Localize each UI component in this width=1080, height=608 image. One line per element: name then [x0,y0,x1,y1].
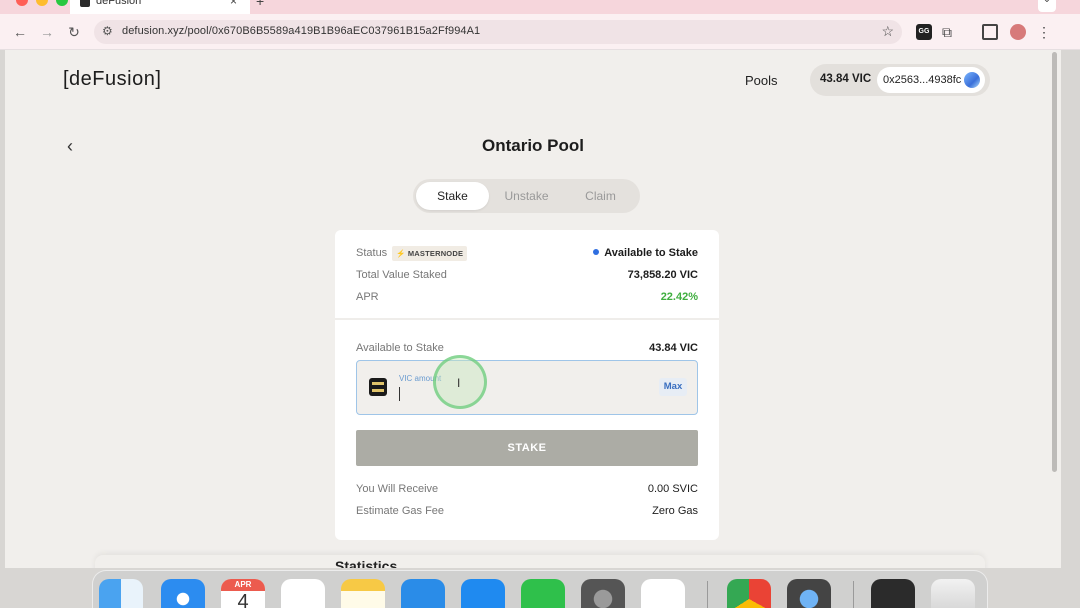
wallet-widget[interactable]: 43.84 VIC 0x2563...4938fc [810,64,990,96]
tab-stake[interactable]: Stake [416,182,489,210]
keynote-icon[interactable] [401,579,445,608]
apr-row: APR 22.42% [356,291,698,307]
statistics-heading: Statistics [335,558,398,568]
status-dot-icon [593,249,600,255]
address-bar[interactable]: ⚙ defusion.xyz/pool/0x670B6B5589a419B1B9… [94,20,902,44]
back-chevron-icon[interactable]: ‹ [67,136,83,157]
back-arrow-icon[interactable]: ← [10,22,30,42]
notes-icon[interactable] [341,579,385,608]
receive-label: You Will Receive [356,483,439,495]
defusion-favicon-icon [80,0,90,7]
forward-arrow-icon[interactable]: → [37,22,57,42]
status-label: Status [356,247,388,259]
receive-value: 0.00 SVIC [647,483,698,495]
extensions-puzzle-icon[interactable]: ⧉ [942,24,958,40]
tab-title: deFusion [96,0,142,7]
url-text[interactable]: defusion.xyz/pool/0x670B6B5589a419B1B96a… [122,25,480,37]
wallet-address-button[interactable]: 0x2563...4938fc [877,67,985,93]
wallet-avatar-icon [964,72,980,88]
terminal-icon[interactable] [871,579,915,608]
dock-separator [853,581,854,608]
tvs-value: 73,858.20 VIC [627,269,698,281]
status-row: Status ⚡ MASTERNODE Available to Stake [356,246,698,263]
gas-label: Estimate Gas Fee [356,505,445,517]
tvs-label: Total Value Staked [356,269,447,281]
gas-value: Zero Gas [652,505,698,517]
trash-icon[interactable] [931,579,975,608]
browser-tabstrip: deFusion × + ⌄ [0,0,1080,14]
apr-value: 22.42% [660,291,698,303]
statistics-section [95,555,985,568]
macos-dock: APR 4 [92,570,988,608]
proxyman-icon[interactable] [787,579,831,608]
calendar-month: APR [221,579,265,591]
chrome-icon[interactable] [727,579,771,608]
card-divider [335,318,719,320]
browser-menu-icon[interactable]: ⋮ [1036,24,1052,40]
reminders-icon[interactable] [281,579,325,608]
available-label: Available to Stake [356,342,444,354]
masternode-badge: ⚡ MASTERNODE [392,246,468,261]
wallet-balance: 43.84 VIC [820,73,872,85]
calendar-day: 4 [237,591,249,608]
browser-toolbar: ← → ↻ ⚙ defusion.xyz/pool/0x670B6B5589a4… [0,14,1080,50]
page-viewport: [deFusion] Pools 43.84 VIC 0x2563...4938… [5,50,1061,568]
tvs-row: Total Value Staked 73,858.20 VIC [356,269,698,285]
ibeam-cursor-icon: I [457,376,461,390]
tab-close-icon[interactable]: × [230,0,237,8]
slack-icon[interactable] [641,579,685,608]
dock-separator [707,581,708,608]
reload-icon[interactable]: ↻ [64,22,84,42]
tab-unstake[interactable]: Unstake [490,182,563,210]
tab-search-button[interactable]: ⌄ [1038,0,1056,12]
browser-tab-active[interactable]: deFusion × [70,0,250,14]
vic-amount-field[interactable]: VIC amount Max [356,360,698,415]
status-value: Available to Stake [593,247,698,259]
new-tab-button[interactable]: + [256,0,264,9]
finder-icon[interactable] [99,579,143,608]
page-scrollbar[interactable] [1052,52,1057,472]
defusion-logo[interactable]: [deFusion] [63,68,161,91]
numbers-icon[interactable] [521,579,565,608]
side-panel-icon[interactable] [982,24,998,40]
page-title: Ontario Pool [482,136,584,155]
text-caret [399,387,400,401]
stake-button[interactable]: STAKE [356,430,698,466]
bookmark-star-icon[interactable]: ☆ [881,23,894,40]
close-window-button[interactable] [16,0,28,6]
nav-pools-link[interactable]: Pools [745,73,778,88]
tab-claim[interactable]: Claim [564,182,637,210]
app-store-icon[interactable] [461,579,505,608]
site-info-icon[interactable]: ⚙ [102,24,113,38]
vic-token-icon [369,378,387,396]
minimize-window-button[interactable] [36,0,48,6]
available-row: Available to Stake 43.84 VIC [356,342,698,358]
zoom-window-button[interactable] [56,0,68,6]
safari-icon[interactable] [161,579,205,608]
pool-action-tabs: Stake Unstake Claim [413,179,640,213]
profile-avatar-icon[interactable] [1010,24,1026,40]
system-settings-icon[interactable] [581,579,625,608]
calendar-icon[interactable]: APR 4 [221,579,265,608]
max-button[interactable]: Max [659,378,687,396]
available-value: 43.84 VIC [649,342,698,354]
receive-row: You Will Receive 0.00 SVIC [356,483,698,499]
gg-extension-icon[interactable]: GG [916,24,932,40]
wallet-address: 0x2563...4938fc [883,74,962,86]
stake-card: Status ⚡ MASTERNODE Available to Stake T… [335,230,719,540]
gas-row: Estimate Gas Fee Zero Gas [356,505,698,521]
apr-label: APR [356,291,379,303]
status-value-text: Available to Stake [604,247,698,259]
